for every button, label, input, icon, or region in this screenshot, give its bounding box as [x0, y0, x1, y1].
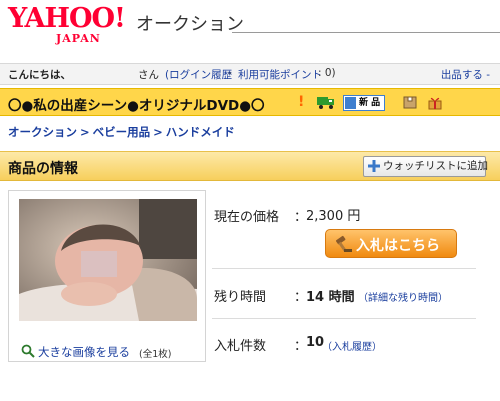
- bid-button[interactable]: 入札はこちら: [325, 229, 457, 258]
- login-history-link[interactable]: (ログイン履歴: [165, 67, 232, 82]
- site-header: YAHOO! JAPAN オークション: [0, 0, 500, 58]
- box-icon: [402, 94, 418, 110]
- item-photo[interactable]: [19, 199, 197, 321]
- magnifier-icon: [21, 344, 35, 358]
- item-info-title: 商品の情報: [8, 161, 78, 177]
- detailed-time-left-link[interactable]: （詳細な残り時間）: [358, 289, 448, 304]
- header-divider: [232, 32, 500, 33]
- view-large-image-label: 大きな画像を見る: [38, 345, 130, 359]
- image-count: (全1枚): [139, 349, 172, 360]
- site-name[interactable]: オークション: [136, 10, 244, 36]
- logo-sub-text: JAPAN: [56, 32, 101, 45]
- new-badge-icon: 新 品: [343, 95, 385, 111]
- breadcrumb-separator: >: [153, 125, 163, 139]
- bid-history-link[interactable]: （入札履歴）: [322, 338, 382, 353]
- add-to-watchlist-button[interactable]: ウォッチリストに追加: [363, 156, 488, 177]
- available-points-link[interactable]: 利用可能ポイント: [238, 67, 322, 82]
- time-left-value: 14 時間: [306, 290, 355, 305]
- plus-icon: [368, 160, 380, 172]
- gavel-icon: [335, 235, 352, 252]
- yahoo-logo[interactable]: YAHOO! JAPAN: [8, 4, 130, 48]
- san-text: さん: [138, 69, 159, 81]
- exclamation-icon: !: [298, 94, 305, 110]
- user-bar: こんにちは、 さん (ログイン履歴 - 利用可能ポイント : 0) 出品する -: [0, 63, 500, 85]
- breadcrumb-handmade[interactable]: ハンドメイド: [166, 125, 235, 139]
- gift-icon: [426, 94, 444, 110]
- watchlist-label: ウォッチリストに追加: [383, 160, 488, 172]
- item-info-header: 商品の情報 ウォッチリストに追加: [0, 151, 500, 181]
- current-price-value: 2,300 円: [306, 209, 361, 224]
- available-points-value: : 0): [318, 67, 336, 79]
- bid-count-label: 入札件数: [214, 339, 267, 354]
- new-badge-text: 新 品: [359, 98, 381, 108]
- truck-icon: [316, 94, 336, 110]
- logo-text: YAHOO!: [8, 3, 126, 34]
- time-left-label: 残り時間: [214, 290, 267, 305]
- userbar-separator: -: [228, 67, 232, 79]
- greeting-text: こんにちは、: [8, 69, 71, 81]
- item-photo-frame: 大きな画像を見る (全1枚): [8, 190, 206, 362]
- breadcrumb-separator: >: [80, 125, 90, 139]
- info-divider: [212, 318, 476, 319]
- bid-button-label: 入札はこちら: [356, 238, 440, 254]
- breadcrumb: オークション > ベビー用品 > ハンドメイド: [8, 124, 235, 140]
- breadcrumb-auction[interactable]: オークション: [8, 125, 77, 139]
- current-price-label: 現在の価格: [214, 210, 280, 225]
- sell-link[interactable]: 出品する -: [441, 67, 490, 82]
- item-title: 〇●私の出産シーン●オリジナルDVD●〇: [8, 98, 265, 114]
- item-title-bar: 〇●私の出産シーン●オリジナルDVD●〇 ! 新 品: [0, 88, 500, 116]
- breadcrumb-baby-goods[interactable]: ベビー用品: [93, 125, 151, 139]
- info-divider: [212, 268, 476, 269]
